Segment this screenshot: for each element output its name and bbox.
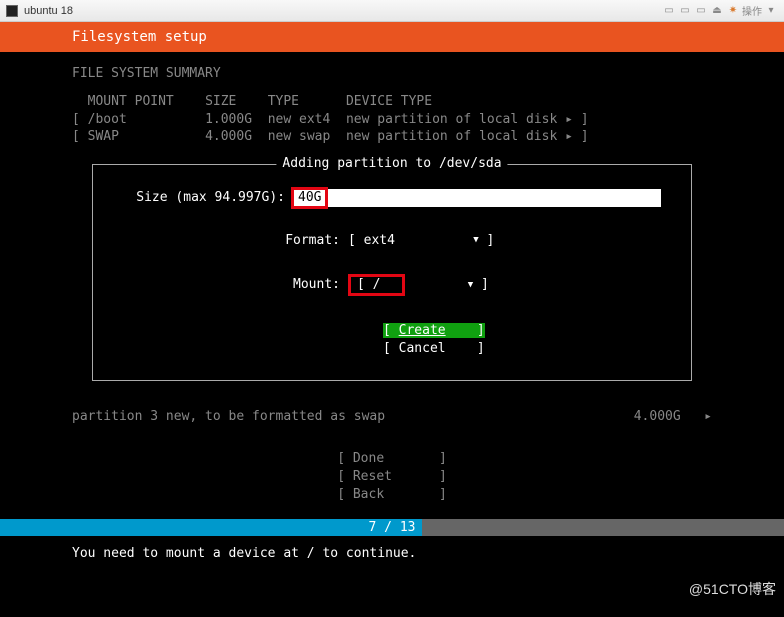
- titlebar-controls: ▭ ▭ ▭ ⏏ ✷ 操作 ▾: [662, 3, 778, 18]
- format-dropdown[interactable]: [ ext4 ▼ ]: [348, 233, 494, 248]
- installer-header: Filesystem setup: [0, 22, 784, 52]
- display-icon-2[interactable]: ▭: [678, 5, 692, 16]
- dialog-title: Adding partition to /dev/sda: [276, 156, 507, 171]
- chevron-down-icon: ▼: [473, 235, 478, 245]
- reset-button[interactable]: [ Reset ]: [337, 469, 447, 484]
- chevron-down-icon: ▼: [468, 280, 473, 290]
- add-partition-dialog: Adding partition to /dev/sda Size (max 9…: [92, 164, 692, 381]
- display-icon-3[interactable]: ▭: [694, 5, 708, 16]
- watermark: @51CTO博客: [689, 579, 776, 599]
- bottom-buttons: [ Done ] [ Reset ] [ Back ]: [0, 450, 784, 505]
- format-row: Format: [ ext4 ▼ ]: [123, 233, 661, 248]
- window-title: ubuntu 18: [24, 5, 73, 17]
- progress-text: 7 / 13: [0, 520, 784, 535]
- format-label: Format:: [123, 233, 348, 248]
- size-label: Size (max 94.997G):: [123, 190, 293, 205]
- done-button[interactable]: [ Done ]: [337, 451, 447, 466]
- action-label[interactable]: 操作: [742, 3, 762, 18]
- gear-icon[interactable]: ✷: [726, 5, 740, 16]
- eject-icon[interactable]: ⏏: [710, 5, 724, 16]
- size-row: Size (max 94.997G): 40G: [123, 189, 661, 207]
- app-icon: [6, 5, 18, 17]
- mount-value-highlight: [ /: [348, 274, 405, 296]
- summary-title: FILE SYSTEM SUMMARY: [72, 66, 712, 81]
- header-title: Filesystem setup: [72, 29, 207, 45]
- create-button[interactable]: [ Create ]: [383, 322, 661, 340]
- size-value-highlight: 40G: [291, 187, 328, 209]
- mount-dropdown[interactable]: [ / ▼ ]: [348, 274, 489, 296]
- chevron-right-icon: ▸: [704, 409, 712, 424]
- footer-message: You need to mount a device at / to conti…: [0, 536, 784, 571]
- back-button[interactable]: [ Back ]: [337, 487, 447, 502]
- mount-label: Mount:: [123, 277, 348, 292]
- size-input[interactable]: 40G: [293, 189, 661, 207]
- display-icon[interactable]: ▭: [662, 5, 676, 16]
- mount-row: Mount: [ / ▼ ]: [123, 274, 661, 296]
- progress-bar: 7 / 13: [0, 519, 784, 536]
- summary-table: MOUNT POINT SIZE TYPE DEVICE TYPE [ /boo…: [72, 93, 712, 146]
- cancel-button[interactable]: [ Cancel ]: [383, 340, 661, 358]
- dropdown-icon[interactable]: ▾: [764, 5, 778, 16]
- partition-3-row[interactable]: partition 3 new, to be formatted as swap…: [0, 381, 784, 424]
- partition-desc: partition 3 new, to be formatted as swap: [72, 409, 385, 424]
- window-titlebar: ubuntu 18 ▭ ▭ ▭ ⏏ ✷ 操作 ▾: [0, 0, 784, 22]
- terminal-area: Filesystem setup FILE SYSTEM SUMMARY MOU…: [0, 22, 784, 617]
